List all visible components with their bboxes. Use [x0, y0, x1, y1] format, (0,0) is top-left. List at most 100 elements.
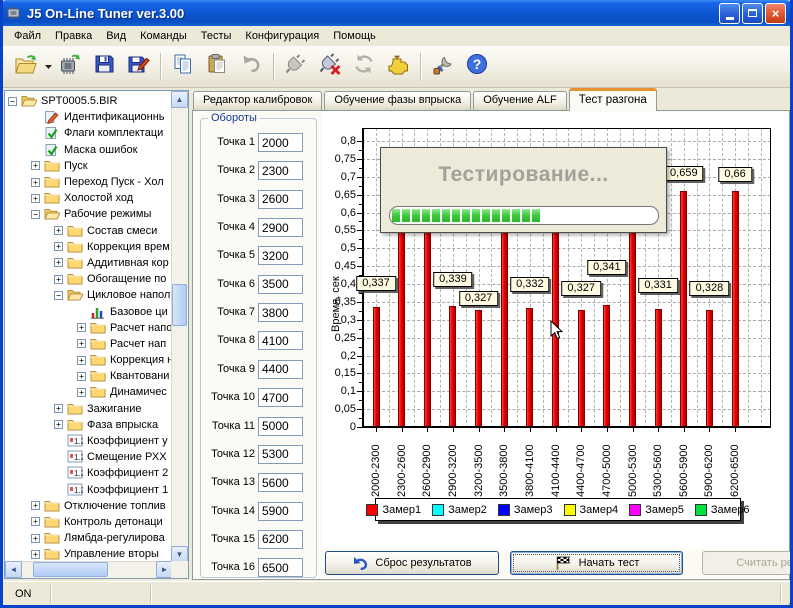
point-label-8: Точка 8 — [203, 334, 255, 346]
legend-label: Замер3 — [514, 504, 553, 516]
resize-grip[interactable] — [784, 598, 787, 601]
reset-results-button[interactable]: Сброс результатов — [325, 551, 499, 575]
point-input-6[interactable] — [258, 275, 303, 294]
y-tick-label: 0,05 — [323, 403, 356, 415]
status-panel-3 — [151, 585, 781, 603]
point-label-12: Точка 12 — [203, 448, 255, 460]
point-label-2: Точка 2 — [203, 164, 255, 176]
legend-label: Замер5 — [645, 504, 684, 516]
point-input-1[interactable] — [258, 133, 303, 152]
point-label-6: Точка 6 — [203, 278, 255, 290]
point-label-11: Точка 11 — [203, 420, 255, 432]
point-label-16: Точка 16 — [203, 561, 255, 573]
y-tick-label: 0,55 — [323, 224, 356, 236]
point-label-3: Точка 3 — [203, 193, 255, 205]
point-input-13[interactable] — [258, 473, 303, 492]
status-panel-1: ON LINE — [7, 585, 51, 603]
legend-item-Замер1: Замер1 — [366, 504, 421, 516]
point-label-10: Точка 10 — [203, 391, 255, 403]
point-input-8[interactable] — [258, 331, 303, 350]
bar-value-label: 0,328 — [690, 281, 730, 296]
y-tick-label: 0,6 — [323, 207, 356, 219]
point-input-4[interactable] — [258, 218, 303, 237]
testing-overlay-text: Тестирование... — [381, 163, 666, 187]
bar-value-label: 0,331 — [638, 278, 678, 293]
point-input-2[interactable] — [258, 161, 303, 180]
point-input-7[interactable] — [258, 303, 303, 322]
x-tick-label: 6200-6500 — [729, 444, 741, 497]
point-label-1: Точка 1 — [203, 136, 255, 148]
legend-item-Замер2: Замер2 — [432, 504, 487, 516]
read-results-label: Считать рез — [736, 557, 793, 569]
checkered-flag-icon — [554, 555, 572, 571]
y-tick-label: 0,15 — [323, 367, 356, 379]
x-tick-label: 2300-2600 — [396, 444, 408, 497]
point-label-9: Точка 9 — [203, 363, 255, 375]
legend-swatch-Замер3 — [498, 504, 510, 516]
point-input-3[interactable] — [258, 190, 303, 209]
y-tick-label: 0,75 — [323, 153, 356, 165]
tab-acceleration-test[interactable]: Тест разгона — [569, 88, 657, 111]
y-tick-label: 0,1 — [323, 385, 356, 397]
y-tick-label: 0,35 — [323, 296, 356, 308]
rpm-groupbox-title: Обороты — [208, 112, 260, 124]
legend-label: Замер6 — [711, 504, 750, 516]
point-label-13: Точка 13 — [203, 476, 255, 488]
tab-calibration-editor[interactable]: Редактор калибровок — [193, 91, 322, 110]
status-panel-2 — [51, 585, 151, 603]
testing-overlay: Тестирование... — [380, 147, 667, 233]
point-label-7: Точка 7 — [203, 306, 255, 318]
point-input-16[interactable] — [258, 558, 303, 577]
x-tick-label: 2000-2300 — [370, 444, 382, 497]
legend-swatch-Замер1 — [366, 504, 378, 516]
bar-value-label: 0,339 — [433, 272, 473, 287]
point-label-15: Точка 15 — [203, 533, 255, 545]
x-tick-label: 2600-2900 — [421, 444, 433, 497]
x-tick-label: 5600-5900 — [678, 444, 690, 497]
chart-legend: Замер1Замер2Замер3Замер4Замер5Замер6 — [375, 498, 741, 521]
legend-swatch-Замер4 — [564, 504, 576, 516]
y-tick-label: 0 — [323, 421, 356, 433]
x-tick-label: 2900-3200 — [447, 444, 459, 497]
x-tick-label: 5000-5300 — [627, 444, 639, 497]
app-window: J5 On-Line Tuner ver.3.00 × ФайлПравкаВи… — [0, 0, 793, 608]
read-results-button[interactable]: Считать рез — [702, 551, 793, 575]
bar-value-label: 0,332 — [510, 277, 550, 292]
point-input-5[interactable] — [258, 246, 303, 265]
bar-value-label: 0,337 — [356, 276, 396, 291]
start-test-label: Начать тест — [579, 557, 640, 569]
start-test-button[interactable]: Начать тест — [510, 551, 683, 575]
point-input-9[interactable] — [258, 360, 303, 379]
tab-injection-phase-learning[interactable]: Обучение фазы впрыска — [324, 91, 471, 110]
legend-item-Замер4: Замер4 — [564, 504, 619, 516]
progress-bar — [389, 206, 659, 225]
progress-bar-fill — [392, 209, 542, 222]
x-tick-label: 3800-4100 — [524, 444, 536, 497]
x-tick-label: 4100-4400 — [550, 444, 562, 497]
status-bar: ON LINE — [3, 581, 790, 605]
y-tick-label: 0,65 — [323, 189, 356, 201]
y-tick-label: 0,2 — [323, 350, 356, 362]
reset-results-label: Сброс результатов — [375, 557, 471, 569]
bar-value-label: 0,327 — [561, 281, 601, 296]
x-tick-label: 4700-5000 — [601, 444, 613, 497]
point-input-11[interactable] — [258, 417, 303, 436]
legend-swatch-Замер2 — [432, 504, 444, 516]
point-input-12[interactable] — [258, 445, 303, 464]
legend-item-Замер3: Замер3 — [498, 504, 553, 516]
point-input-15[interactable] — [258, 530, 303, 549]
y-tick-label: 0,7 — [323, 171, 356, 183]
legend-item-Замер5: Замер5 — [629, 504, 684, 516]
legend-label: Замер4 — [580, 504, 619, 516]
bar-value-label: 0,341 — [587, 260, 627, 275]
y-tick-label: 0,5 — [323, 242, 356, 254]
tab-alf-learning[interactable]: Обучение ALF — [473, 91, 567, 110]
point-label-14: Точка 14 — [203, 505, 255, 517]
y-tick-label: 0,25 — [323, 332, 356, 344]
legend-swatch-Замер5 — [629, 504, 641, 516]
point-input-10[interactable] — [258, 388, 303, 407]
y-tick-label: 0,45 — [323, 260, 356, 272]
legend-swatch-Замер6 — [695, 504, 707, 516]
x-tick-label: 3200-3500 — [473, 444, 485, 497]
point-input-14[interactable] — [258, 502, 303, 521]
